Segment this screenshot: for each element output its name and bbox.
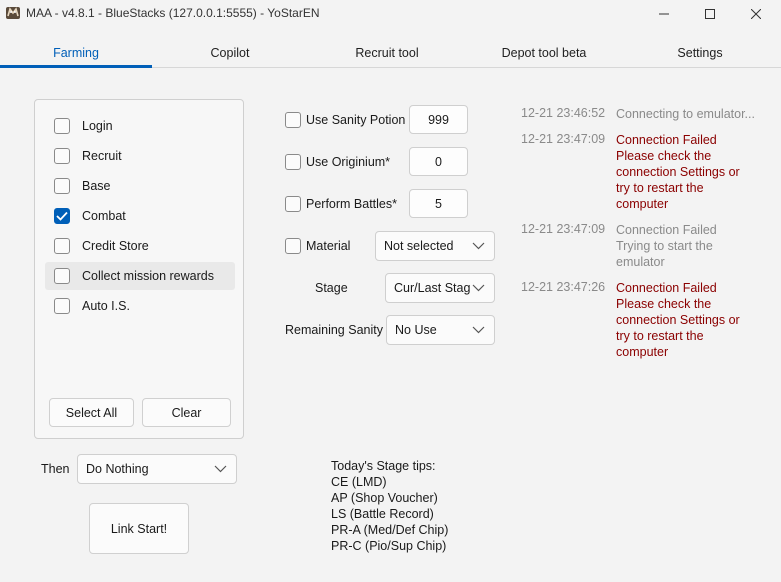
log-line: emulator	[616, 255, 665, 269]
stage-tip-line: PR-C (Pio/Sup Chip)	[331, 539, 447, 553]
log-message: Connecting to emulator...	[616, 106, 771, 122]
log-message: Connection Failed Please check the conne…	[616, 132, 766, 212]
log-message: Connection Failed Trying to start the em…	[616, 222, 766, 270]
stage-tip-line: PR-A (Med/Def Chip)	[331, 523, 449, 537]
stage-dropdown[interactable]: Cur/Last Stag	[385, 273, 495, 303]
task-label: Base	[82, 179, 111, 193]
originium-checkbox[interactable]	[285, 154, 301, 170]
originium-input[interactable]: 0	[409, 147, 468, 176]
then-value: Do Nothing	[86, 462, 149, 476]
log-timestamp: 12-21 23:47:26	[521, 280, 606, 294]
log-line: computer	[616, 345, 669, 359]
log-timestamp: 12-21 23:46:52	[521, 106, 606, 120]
sanity-potion-checkbox[interactable]	[285, 112, 301, 128]
login-checkbox[interactable]	[54, 118, 70, 134]
chevron-down-icon	[472, 326, 485, 334]
base-checkbox[interactable]	[54, 178, 70, 194]
task-item-base[interactable]: Base	[45, 172, 235, 200]
close-icon[interactable]	[733, 0, 779, 28]
chevron-down-icon	[214, 465, 227, 473]
material-checkbox[interactable]	[285, 238, 301, 254]
sanity-potion-input[interactable]: 999	[409, 105, 468, 134]
log-line: Connecting to emulator...	[616, 107, 755, 121]
perform-battles-input[interactable]: 5	[409, 189, 468, 218]
chevron-down-icon	[472, 242, 485, 250]
credit-store-checkbox[interactable]	[54, 238, 70, 254]
log-line: Please check the	[616, 149, 712, 163]
task-item-auto-is[interactable]: Auto I.S.	[45, 292, 235, 320]
material-dropdown[interactable]: Not selected	[375, 231, 495, 261]
select-all-button[interactable]: Select All	[49, 398, 134, 427]
clear-button[interactable]: Clear	[142, 398, 231, 427]
task-label: Login	[82, 119, 113, 133]
collect-mission-rewards-checkbox[interactable]	[54, 268, 70, 284]
perform-battles-label: Perform Battles*	[306, 197, 398, 211]
log-message: Connection Failed Please check the conne…	[616, 280, 766, 360]
tab-copilot[interactable]: Copilot	[180, 46, 280, 60]
checkmark-icon	[56, 211, 68, 221]
stage-value: Cur/Last Stag	[394, 281, 471, 295]
log-line: try to restart the	[616, 329, 704, 343]
task-item-recruit[interactable]: Recruit	[45, 142, 235, 170]
active-tab-indicator	[0, 65, 152, 68]
task-label: Auto I.S.	[82, 299, 130, 313]
task-list-panel: Login Recruit Base Combat Credit Store C…	[34, 99, 244, 439]
stage-tip-line: AP (Shop Voucher)	[331, 491, 438, 505]
auto-is-checkbox[interactable]	[54, 298, 70, 314]
chevron-down-icon	[472, 284, 485, 292]
task-label: Credit Store	[82, 239, 149, 253]
originium-label: Use Originium*	[306, 155, 391, 169]
log-line: Please check the	[616, 297, 712, 311]
tab-bar: Farming Copilot Recruit tool Depot tool …	[0, 40, 781, 68]
title-bar: MAA - v4.8.1 - BlueStacks (127.0.0.1:555…	[0, 0, 781, 28]
log-timestamp: 12-21 23:47:09	[521, 222, 606, 236]
then-dropdown[interactable]: Do Nothing	[77, 454, 237, 484]
log-line: Connection Failed	[616, 223, 717, 237]
log-line: Trying to start the	[616, 239, 713, 253]
material-label: Material	[306, 239, 351, 253]
app-logo-icon	[5, 5, 21, 21]
material-value: Not selected	[384, 239, 454, 253]
link-start-button[interactable]: Link Start!	[89, 503, 189, 554]
combat-checkbox[interactable]	[54, 208, 70, 224]
task-item-collect-mission-rewards[interactable]: Collect mission rewards	[45, 262, 235, 290]
window-title: MAA - v4.8.1 - BlueStacks (127.0.0.1:555…	[26, 6, 320, 20]
stage-tip-line: CE (LMD)	[331, 475, 387, 489]
task-label: Collect mission rewards	[82, 269, 214, 283]
stage-tip-line: LS (Battle Record)	[331, 507, 434, 521]
remaining-sanity-value: No Use	[395, 323, 437, 337]
log-line: try to restart the	[616, 181, 704, 195]
recruit-checkbox[interactable]	[54, 148, 70, 164]
tab-depot-tool[interactable]: Depot tool beta	[484, 46, 604, 60]
tab-settings[interactable]: Settings	[650, 46, 750, 60]
tab-farming[interactable]: Farming	[0, 46, 152, 60]
log-line: computer	[616, 197, 669, 211]
perform-battles-checkbox[interactable]	[285, 196, 301, 212]
minimize-icon[interactable]	[641, 0, 687, 28]
log-timestamp: 12-21 23:47:09	[521, 132, 606, 146]
log-line: connection Settings or	[616, 313, 740, 327]
log-line: Connection Failed	[616, 281, 717, 295]
sanity-potion-label: Use Sanity Potion	[306, 113, 406, 127]
log-line: Connection Failed	[616, 133, 717, 147]
remaining-sanity-dropdown[interactable]: No Use	[386, 315, 495, 345]
stage-tips: Today's Stage tips: CE (LMD) AP (Shop Vo…	[331, 458, 448, 554]
task-item-login[interactable]: Login	[45, 112, 235, 140]
tab-recruit-tool[interactable]: Recruit tool	[337, 46, 437, 60]
task-label: Recruit	[82, 149, 122, 163]
remaining-sanity-label: Remaining Sanity	[285, 323, 383, 337]
task-item-combat[interactable]: Combat	[45, 202, 235, 230]
then-label: Then	[41, 462, 70, 476]
task-label: Combat	[82, 209, 126, 223]
stage-label: Stage	[315, 281, 348, 295]
task-item-credit-store[interactable]: Credit Store	[45, 232, 235, 260]
stage-tips-heading: Today's Stage tips:	[331, 459, 436, 473]
log-line: connection Settings or	[616, 165, 740, 179]
maximize-icon[interactable]	[687, 0, 733, 28]
